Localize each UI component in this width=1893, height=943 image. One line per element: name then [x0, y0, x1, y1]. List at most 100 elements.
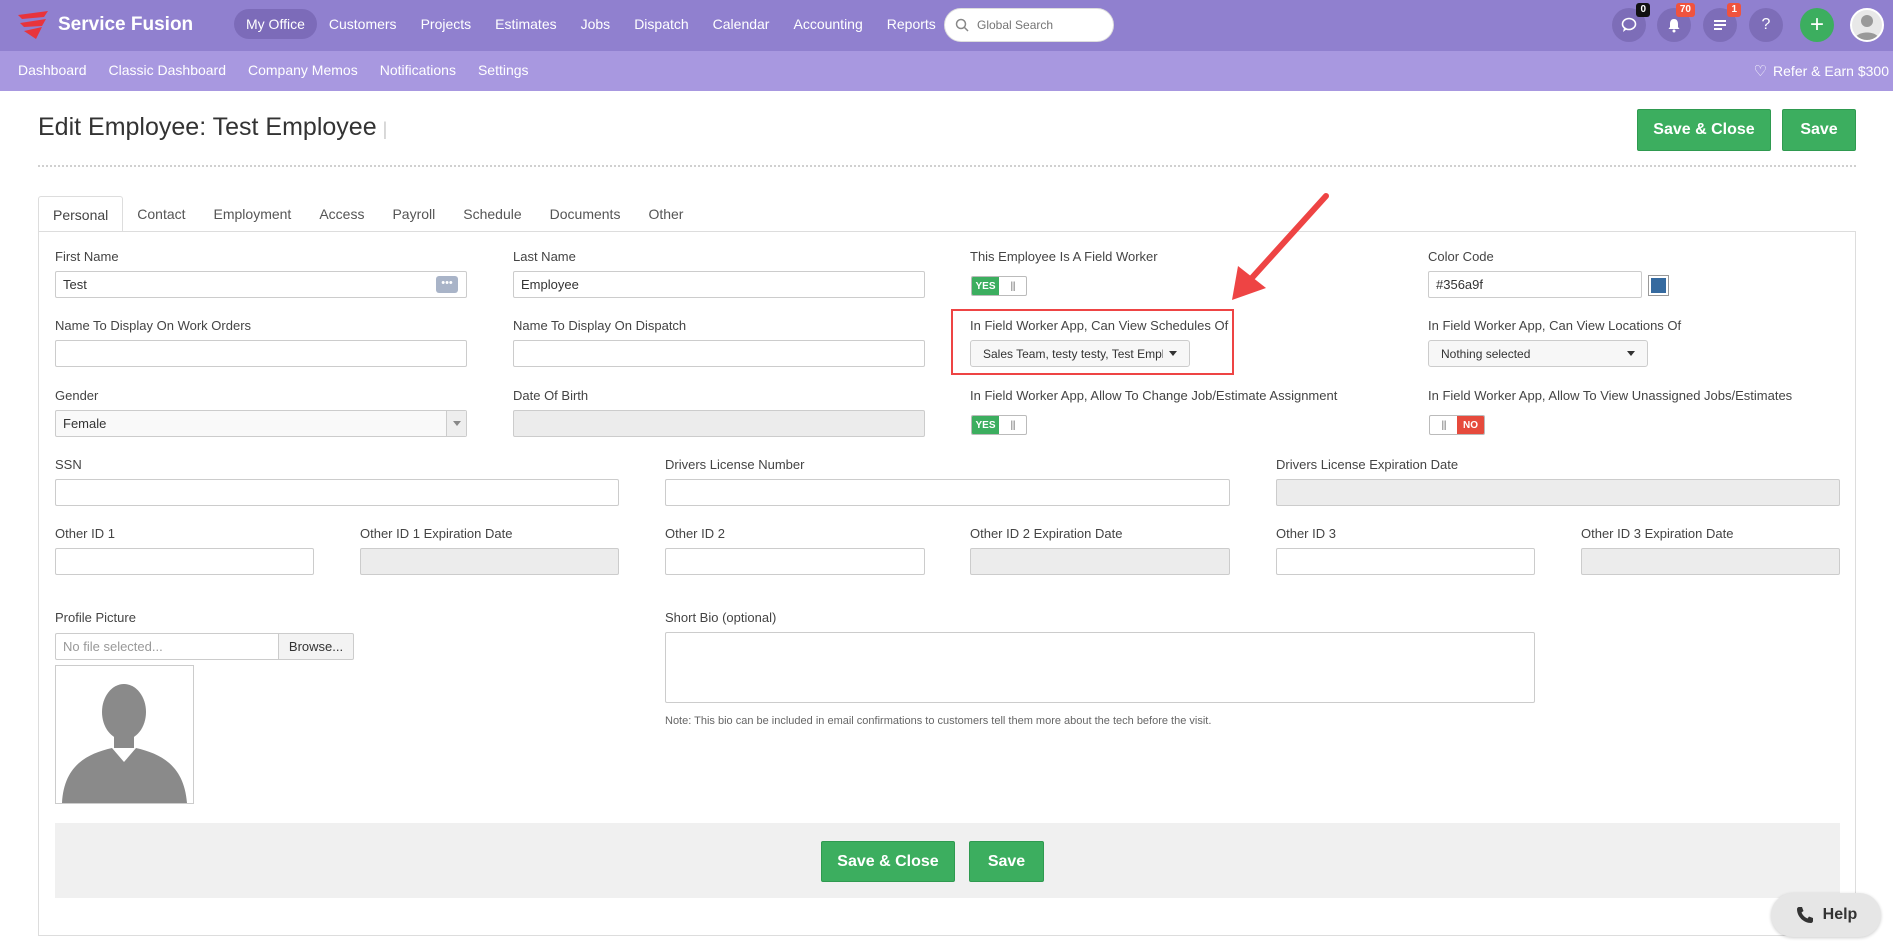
short-bio-label: Short Bio (optional)	[665, 610, 777, 625]
dispatch-name-field[interactable]	[513, 340, 925, 367]
change-assignment-toggle[interactable]: YES |||	[971, 415, 1027, 435]
global-search[interactable]	[944, 8, 1114, 42]
nav-reports[interactable]: Reports	[875, 9, 948, 39]
save-close-button-bottom[interactable]: Save & Close	[821, 841, 955, 882]
subnav-company-memos[interactable]: Company Memos	[248, 62, 358, 78]
notifications-button[interactable]: 70	[1657, 3, 1695, 42]
short-bio-textarea[interactable]	[665, 632, 1535, 703]
question-icon: ?	[1761, 16, 1771, 33]
field-worker-toggle[interactable]: YES |||	[971, 276, 1027, 296]
nav-jobs[interactable]: Jobs	[569, 9, 623, 39]
first-name-value: Test	[63, 277, 87, 292]
dl-expiration-label: Drivers License Expiration Date	[1276, 457, 1459, 472]
browse-button[interactable]: Browse...	[278, 633, 354, 660]
other-id2-exp-label: Other ID 2 Expiration Date	[970, 526, 1123, 541]
view-unassigned-toggle[interactable]: ||| NO	[1429, 415, 1485, 435]
gender-dropdown-toggle[interactable]	[446, 411, 466, 436]
nav-accounting[interactable]: Accounting	[781, 9, 874, 39]
first-name-label: First Name	[55, 249, 119, 264]
view-locations-select[interactable]: Nothing selected	[1428, 340, 1648, 367]
app-logo[interactable]: Service Fusion	[14, 9, 193, 41]
first-name-field[interactable]: Test •••	[55, 271, 467, 298]
subnav-notifications[interactable]: Notifications	[380, 62, 456, 78]
other-id1-field[interactable]	[55, 548, 314, 575]
last-name-label: Last Name	[513, 249, 576, 264]
ssn-field[interactable]	[55, 479, 619, 506]
tab-payroll[interactable]: Payroll	[378, 196, 449, 232]
other-id3-exp-field[interactable]	[1581, 548, 1840, 575]
user-avatar[interactable]	[1850, 8, 1884, 42]
profile-file-placeholder: No file selected...	[63, 639, 163, 654]
search-input[interactable]	[977, 18, 1097, 32]
other-id2-exp-field[interactable]	[970, 548, 1230, 575]
tab-personal[interactable]: Personal	[38, 196, 124, 232]
chat-icon	[1621, 17, 1637, 32]
color-swatch	[1651, 278, 1666, 293]
wo-name-field[interactable]	[55, 340, 467, 367]
toggle-no: NO	[1457, 416, 1484, 434]
autofill-icon[interactable]: •••	[436, 276, 458, 293]
header-divider	[38, 165, 1856, 167]
color-code-field[interactable]: #356a9f	[1428, 271, 1642, 298]
subnav-classic-dashboard[interactable]: Classic Dashboard	[109, 62, 227, 78]
other-id2-field[interactable]	[665, 548, 925, 575]
heart-icon: ♡	[1753, 63, 1768, 80]
tasks-button[interactable]: 1	[1703, 3, 1741, 42]
subnav-dashboard[interactable]: Dashboard	[18, 62, 87, 78]
save-button-bottom[interactable]: Save	[969, 841, 1044, 882]
main-nav: My Office Customers Projects Estimates J…	[234, 9, 948, 39]
browse-label: Browse...	[288, 639, 344, 654]
tab-employment[interactable]: Employment	[200, 196, 306, 232]
add-button[interactable]: +	[1800, 8, 1834, 42]
dl-number-field[interactable]	[665, 479, 1230, 506]
other-id3-exp-label: Other ID 3 Expiration Date	[1581, 526, 1734, 541]
view-unassigned-label: In Field Worker App, Allow To View Unass…	[1428, 388, 1793, 403]
subnav-settings[interactable]: Settings	[478, 62, 529, 78]
nav-projects[interactable]: Projects	[409, 9, 484, 39]
search-icon	[955, 18, 969, 32]
other-id1-label: Other ID 1	[55, 526, 115, 541]
nav-calendar[interactable]: Calendar	[701, 9, 782, 39]
dl-expiration-field[interactable]	[1276, 479, 1840, 506]
wo-name-label: Name To Display On Work Orders	[55, 318, 252, 333]
bell-icon	[1668, 19, 1680, 33]
view-locations-value: Nothing selected	[1441, 346, 1531, 361]
profile-picture-preview	[55, 665, 194, 804]
refer-link[interactable]: ♡ Refer & Earn $300	[1754, 62, 1889, 80]
dispatch-name-label: Name To Display On Dispatch	[513, 318, 687, 333]
tab-contact[interactable]: Contact	[123, 196, 199, 232]
notifications-badge: 70	[1675, 3, 1695, 17]
other-id2-label: Other ID 2	[665, 526, 725, 541]
annotation-highlight-box	[951, 309, 1234, 375]
tab-documents[interactable]: Documents	[536, 196, 635, 232]
chat-button[interactable]: 0	[1612, 3, 1650, 42]
employee-tabs: Personal Contact Employment Access Payro…	[38, 196, 697, 232]
color-swatch-button[interactable]	[1648, 275, 1669, 296]
last-name-field[interactable]: Employee	[513, 271, 925, 298]
dob-label: Date Of Birth	[513, 388, 589, 403]
plus-icon: +	[1809, 11, 1824, 38]
chevron-down-icon	[1627, 351, 1635, 356]
nav-customers[interactable]: Customers	[317, 9, 409, 39]
other-id3-field[interactable]	[1276, 548, 1535, 575]
tab-schedule[interactable]: Schedule	[449, 196, 535, 232]
tab-other[interactable]: Other	[634, 196, 697, 232]
help-widget[interactable]: Help	[1771, 893, 1881, 937]
help-button[interactable]: ?	[1749, 8, 1783, 42]
profile-file-field[interactable]: No file selected...	[55, 633, 279, 660]
nav-my-office[interactable]: My Office	[234, 9, 317, 39]
gender-select[interactable]: Female	[55, 410, 467, 437]
other-id1-exp-field[interactable]	[360, 548, 619, 575]
sub-navbar: Dashboard Classic Dashboard Company Memo…	[0, 51, 1893, 91]
save-close-button-top[interactable]: Save & Close	[1637, 109, 1771, 151]
nav-dispatch[interactable]: Dispatch	[622, 9, 700, 39]
tasks-badge: 1	[1727, 3, 1741, 17]
short-bio-note: Note: This bio can be included in email …	[665, 715, 1212, 727]
phone-icon	[1796, 907, 1813, 923]
dob-field[interactable]	[513, 410, 925, 437]
nav-estimates[interactable]: Estimates	[483, 9, 568, 39]
toggle-yes: YES	[972, 416, 999, 434]
tab-access[interactable]: Access	[305, 196, 378, 232]
toggle-yes: YES	[972, 277, 999, 295]
save-button-top[interactable]: Save	[1782, 109, 1856, 151]
